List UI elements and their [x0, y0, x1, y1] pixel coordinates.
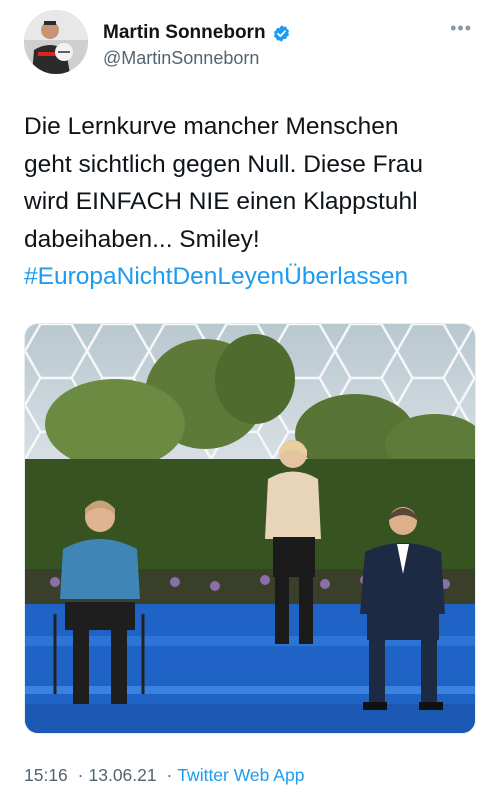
- display-name[interactable]: Martin Sonneborn: [103, 22, 266, 44]
- tweet-text: Die Lernkurve mancher Menschen geht sich…: [24, 108, 474, 296]
- tweet-source-link[interactable]: Twitter Web App: [177, 765, 304, 785]
- tweet-meta: 15:16 · 13.06.21 · Twitter Web App: [24, 764, 304, 786]
- meta-separator: ·: [166, 765, 173, 785]
- tweet-date[interactable]: 13.06.21: [89, 765, 157, 785]
- more-options-icon[interactable]: •••: [450, 18, 472, 39]
- hashtag-link[interactable]: #EuropaNichtDenLeyenÜberlassen: [24, 263, 408, 290]
- verified-badge-icon: [272, 24, 291, 43]
- author-block[interactable]: Martin Sonneborn @MartinSonneborn: [103, 22, 291, 68]
- tweet-photo[interactable]: [24, 323, 476, 734]
- tweet-time[interactable]: 15:16: [24, 765, 68, 785]
- photo-image: [25, 324, 475, 733]
- tweet: Martin Sonneborn @MartinSonneborn ••• Di…: [0, 0, 500, 800]
- user-handle[interactable]: @MartinSonneborn: [103, 48, 291, 68]
- avatar-image: [24, 10, 88, 74]
- meta-separator: ·: [77, 765, 84, 785]
- avatar[interactable]: [24, 10, 88, 74]
- tweet-body: Die Lernkurve mancher Menschen geht sich…: [24, 113, 424, 253]
- name-row: Martin Sonneborn: [103, 22, 291, 44]
